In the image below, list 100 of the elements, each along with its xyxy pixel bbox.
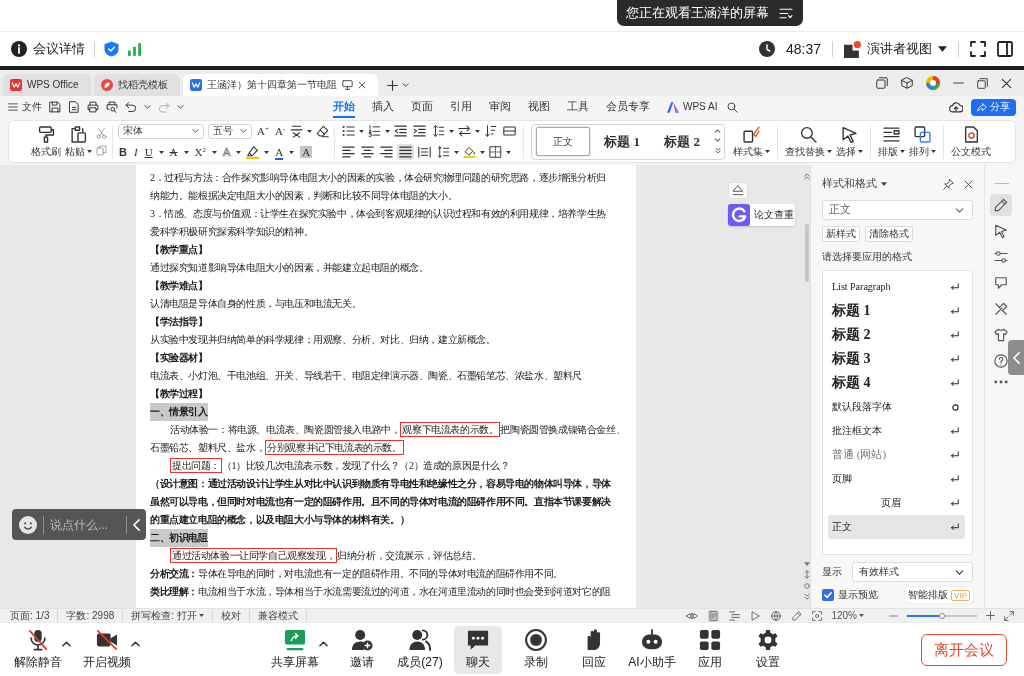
- more-icon[interactable]: [994, 380, 1008, 384]
- menu-tab[interactable]: 引用: [450, 96, 472, 118]
- print-preview-icon[interactable]: [106, 101, 118, 113]
- style-item[interactable]: 标题 4: [828, 371, 965, 395]
- caret-up-icon[interactable]: [319, 640, 328, 647]
- help-icon[interactable]: [994, 354, 1008, 368]
- cube-icon[interactable]: [901, 77, 913, 89]
- sliders-icon[interactable]: [994, 250, 1008, 264]
- file-menu[interactable]: 文件: [8, 101, 42, 113]
- align-center-icon[interactable]: [361, 146, 375, 158]
- pin-icon[interactable]: [943, 178, 954, 190]
- zoom-slider-thumb[interactable]: [939, 612, 945, 619]
- caret-up-icon[interactable]: [62, 640, 71, 647]
- style-dropdown[interactable]: 正文: [822, 200, 973, 220]
- apps-button[interactable]: 应用: [686, 625, 734, 674]
- globe-icon[interactable]: [771, 610, 782, 621]
- presenter-view-menu[interactable]: 演讲者视图: [844, 40, 947, 58]
- font-size-dropdown[interactable]: 五号: [208, 123, 252, 139]
- swap-arrows-icon[interactable]: [458, 125, 472, 137]
- chat-input-bar[interactable]: 说点什么...: [12, 509, 146, 540]
- select-button[interactable]: 选择: [834, 126, 866, 157]
- share-screen-button[interactable]: 共享屏幕: [271, 625, 319, 674]
- chevron-up-icon[interactable]: [714, 129, 722, 133]
- expand-icon[interactable]: [1004, 610, 1014, 621]
- zoom-menu[interactable]: 120%: [831, 609, 872, 622]
- superscript-button[interactable]: X$^{2}$: [193, 145, 207, 159]
- arrange-button[interactable]: 排列: [907, 126, 939, 157]
- status-item[interactable]: 字数: 2998: [66, 609, 124, 622]
- close-icon[interactable]: [1001, 77, 1012, 89]
- bullet-list-icon[interactable]: [342, 125, 356, 137]
- paper-check-button[interactable]: 论文查重: [728, 204, 795, 226]
- style-item[interactable]: 普通 (网站): [828, 443, 965, 467]
- style-item[interactable]: 批注框文本: [828, 419, 965, 443]
- sort-icon[interactable]: [484, 125, 498, 137]
- font-name-dropdown[interactable]: 宋体: [118, 123, 204, 139]
- menu-tab[interactable]: 视图: [528, 96, 550, 118]
- collapse-panel-button[interactable]: [1008, 340, 1024, 375]
- layout-button[interactable]: 排版: [876, 126, 908, 157]
- numbered-list-icon[interactable]: [368, 125, 382, 137]
- highlighter-icon[interactable]: [246, 145, 260, 159]
- caret-icon[interactable]: [158, 150, 164, 154]
- style-set-button[interactable]: 样式集: [731, 126, 773, 157]
- line-spacing-icon[interactable]: [437, 146, 451, 158]
- borders-icon[interactable]: [489, 146, 503, 158]
- style-item[interactable]: 默认段落字体: [828, 395, 965, 419]
- smart-layout-button[interactable]: 智能排版 VIP: [905, 587, 973, 603]
- undo-icon[interactable]: [125, 101, 137, 113]
- document-mode-button[interactable]: 公文模式: [949, 126, 994, 157]
- close-icon[interactable]: [357, 81, 366, 89]
- file-icon[interactable]: [68, 101, 80, 113]
- caret-icon[interactable]: [212, 150, 217, 154]
- double-chevron-up-icon[interactable]: [803, 173, 810, 180]
- preview-checkbox[interactable]: [822, 589, 834, 601]
- caret-icon[interactable]: [307, 129, 313, 133]
- panel-button[interactable]: 清除格式: [865, 226, 913, 242]
- eject-icon[interactable]: [728, 182, 748, 199]
- style-item[interactable]: 标题 3: [828, 347, 965, 371]
- plus-icon[interactable]: [986, 611, 995, 620]
- shrink-font-button[interactable]: A$^{-}$: [273, 124, 287, 138]
- caret-up-icon[interactable]: [131, 640, 140, 647]
- start-video-button[interactable]: 开启视频: [83, 625, 131, 674]
- settings-button[interactable]: 设置: [744, 625, 792, 674]
- members-button[interactable]: 成员(27): [396, 625, 444, 674]
- restore-icon[interactable]: [977, 77, 988, 89]
- display-filter-dropdown[interactable]: 有效样式: [852, 562, 973, 582]
- caret-icon[interactable]: [236, 150, 242, 154]
- format-painter-button[interactable]: 格式刷: [29, 126, 63, 157]
- indent-icon[interactable]: [413, 125, 427, 137]
- style-item[interactable]: 正文: [828, 515, 965, 539]
- save-icon[interactable]: [49, 101, 61, 113]
- eye-icon[interactable]: [686, 611, 699, 620]
- smiley-icon[interactable]: [19, 515, 37, 534]
- sidebar-icon[interactable]: [997, 41, 1013, 57]
- chat-button[interactable]: 聊天: [454, 625, 502, 674]
- pen-icon[interactable]: [792, 610, 803, 621]
- chevron-down-icon[interactable]: [714, 138, 722, 142]
- color-wheel-icon[interactable]: [926, 76, 940, 90]
- caret-icon[interactable]: [449, 129, 455, 133]
- character-shading-button[interactable]: A: [299, 145, 314, 159]
- align-left-icon[interactable]: [342, 146, 356, 158]
- find-replace-button[interactable]: 查找替换: [783, 126, 835, 157]
- menu-tab[interactable]: 会员专享: [606, 96, 650, 118]
- tools-icon[interactable]: [994, 302, 1008, 316]
- print-icon[interactable]: [87, 101, 99, 113]
- meeting-info-button[interactable]: 会议详情: [11, 41, 85, 57]
- assistant-button[interactable]: AI小助手: [628, 625, 676, 674]
- border-box-icon[interactable]: [503, 125, 517, 137]
- chat-input-field[interactable]: 说点什么...: [50, 514, 120, 535]
- caret-icon[interactable]: [264, 150, 270, 154]
- shirt-icon[interactable]: [994, 328, 1008, 342]
- record-button[interactable]: 录制: [512, 625, 560, 674]
- status-item[interactable]: 拼写检查: 打开: [131, 609, 213, 622]
- menu-tab[interactable]: 审阅: [489, 96, 511, 118]
- caret-icon[interactable]: [480, 150, 486, 154]
- window-icon[interactable]: [876, 77, 888, 89]
- unmute-button[interactable]: 解除静音: [14, 625, 62, 674]
- caret-icon[interactable]: [183, 150, 189, 154]
- paint-bucket-icon[interactable]: [463, 146, 477, 158]
- menu-tab[interactable]: 工具: [567, 96, 589, 118]
- style-item[interactable]: 页眉: [828, 491, 965, 515]
